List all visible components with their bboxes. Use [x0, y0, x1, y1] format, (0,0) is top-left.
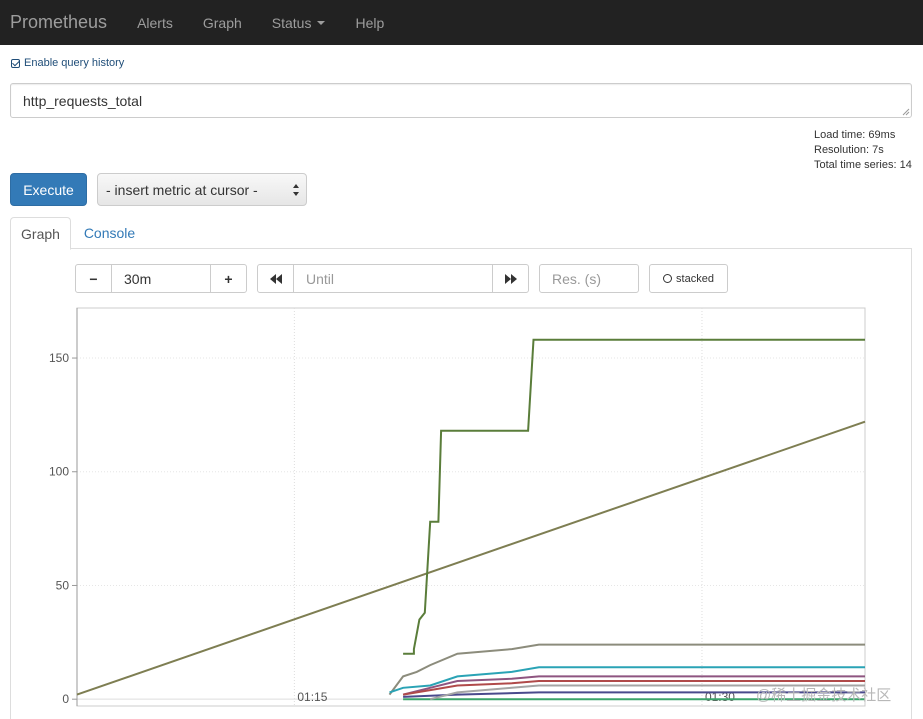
- metric-select-value: - insert metric at cursor -: [106, 181, 258, 198]
- y-tick-label: 150: [49, 351, 69, 365]
- tab-bar: Graph Console: [10, 217, 912, 250]
- stacked-toggle-button[interactable]: stacked: [649, 264, 728, 293]
- query-stats: Load time: 69ms Resolution: 7s Total tim…: [814, 128, 912, 173]
- execute-button[interactable]: Execute: [10, 173, 87, 206]
- select-arrows-icon: [293, 184, 299, 196]
- nav-status[interactable]: Status: [272, 15, 326, 31]
- watermark: @稀土掘金技术社区: [756, 687, 892, 704]
- time-series-graph[interactable]: 05010015001:15 01:30: [0, 300, 923, 710]
- total-series: Total time series: 14: [814, 159, 912, 171]
- resize-handle-icon[interactable]: [902, 108, 910, 116]
- tab-console[interactable]: Console: [72, 217, 147, 249]
- range-increase-button[interactable]: +: [210, 264, 247, 293]
- brand-link[interactable]: Prometheus: [10, 12, 107, 33]
- nav-status-label: Status: [271, 14, 312, 31]
- metric-select[interactable]: - insert metric at cursor -: [97, 173, 307, 206]
- nav-alerts[interactable]: Alerts: [137, 15, 173, 31]
- query-history-toggle[interactable]: Enable query history: [11, 57, 124, 69]
- range-input[interactable]: 30m: [111, 264, 211, 293]
- plot-area: [76, 307, 866, 707]
- nav-graph[interactable]: Graph: [203, 15, 242, 31]
- until-input[interactable]: Until: [293, 264, 493, 293]
- checkbox-checked-icon[interactable]: [11, 58, 20, 68]
- history-label: Enable query history: [24, 57, 125, 69]
- caret-down-icon: [317, 20, 326, 25]
- x-tick-label: 01:15: [297, 690, 327, 704]
- nav-help[interactable]: Help: [355, 15, 384, 31]
- load-time: Load time: 69ms: [814, 129, 896, 141]
- tab-graph[interactable]: Graph: [10, 217, 71, 250]
- y-tick-label: 0: [62, 692, 69, 706]
- range-decrease-button[interactable]: −: [75, 264, 112, 293]
- fast-forward-icon: [504, 273, 517, 284]
- navbar: Prometheus Alerts Graph Status Help: [0, 0, 923, 45]
- resolution-input[interactable]: Res. (s): [539, 264, 639, 293]
- y-tick-label: 100: [49, 465, 69, 479]
- rewind-icon: [269, 273, 282, 284]
- stacked-label: stacked: [676, 272, 714, 285]
- radio-circle-icon: [663, 274, 673, 283]
- time-forward-button[interactable]: [492, 264, 529, 293]
- y-tick-label: 50: [56, 578, 70, 592]
- time-back-button[interactable]: [257, 264, 294, 293]
- expression-input[interactable]: [10, 83, 912, 118]
- resolution-stat: Resolution: 7s: [814, 144, 884, 156]
